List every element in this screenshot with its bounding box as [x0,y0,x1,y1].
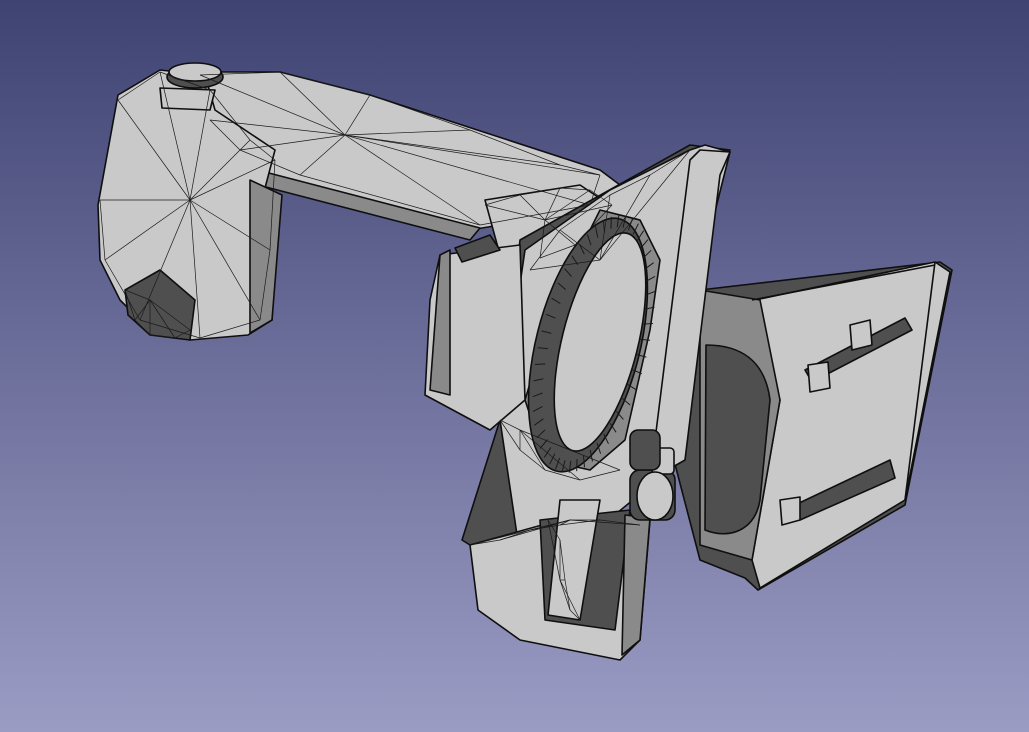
inner-box[interactable] [424,234,526,431]
3d-viewport[interactable] [0,0,1029,732]
scene-canvas[interactable] [0,0,1029,732]
gear-tooth [535,363,546,365]
gear-tooth [642,323,653,325]
frame-knob[interactable] [629,429,661,471]
